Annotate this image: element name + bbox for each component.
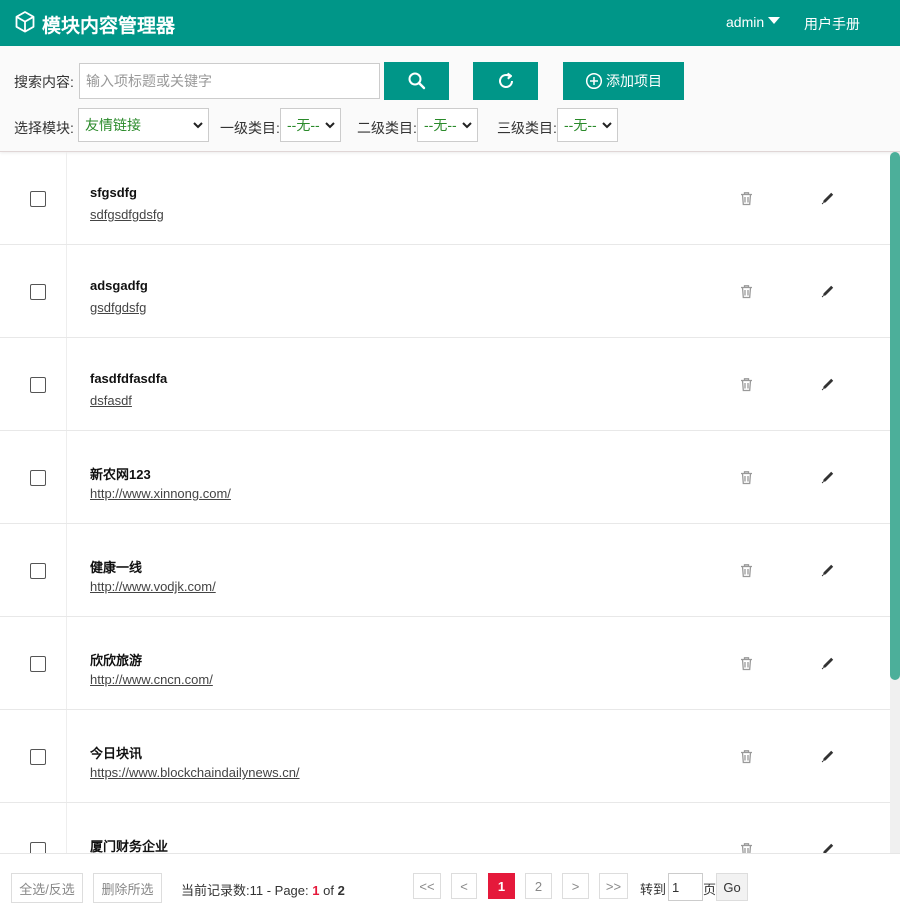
record-count-text: 当前记录数:11 - Page: [181, 883, 313, 898]
page-unit-label: 页 [703, 882, 717, 897]
row-checkbox[interactable] [30, 563, 46, 579]
item-title: 健康一线 [90, 560, 143, 575]
page-2-button[interactable]: 2 [525, 873, 552, 899]
goto-page-input[interactable]: 1 [668, 873, 703, 901]
list-item: 健康一线 http://www.vodjk.com/ [0, 524, 890, 617]
trash-icon[interactable] [739, 470, 754, 485]
pagination-footer: 全选/反选 删除所选 当前记录数:11 - Page: 1 of 2 << < … [0, 853, 900, 921]
item-title: 今日块讯 [90, 746, 143, 761]
item-url-link[interactable]: http://www.vodjk.com/ [90, 579, 216, 594]
chevron-down-icon[interactable] [768, 17, 780, 24]
trash-icon[interactable] [739, 563, 754, 578]
item-title: fasdfdfasdfa [90, 371, 168, 386]
item-url-link[interactable]: gsdfgdsfg [90, 300, 146, 315]
list-item: 欣欣旅游 http://www.cncn.com/ [0, 617, 890, 710]
trash-icon[interactable] [739, 191, 754, 206]
cube-icon [15, 11, 35, 33]
level3-select-value: --无-- [564, 117, 597, 133]
item-url-link[interactable]: sdfgsdfgdsfg [90, 207, 164, 222]
page-1-button[interactable]: 1 [488, 873, 515, 899]
chevron-down-icon [462, 122, 472, 129]
level1-select[interactable]: --无-- [280, 108, 341, 142]
list-item: adsgadfg gsdfgdsfg [0, 245, 890, 338]
pencil-icon[interactable] [820, 283, 836, 299]
item-title: 厦门财务企业 [90, 839, 169, 853]
trash-icon[interactable] [739, 749, 754, 764]
user-manual-link[interactable]: 用户手册 [804, 14, 860, 34]
pencil-icon[interactable] [820, 562, 836, 578]
level2-select[interactable]: --无-- [417, 108, 478, 142]
item-title: adsgadfg [90, 278, 148, 293]
add-item-label: 添加项目 [606, 73, 662, 89]
module-select[interactable]: 友情链接 [78, 108, 209, 142]
app-title: 模块内容管理器 [42, 16, 176, 37]
search-icon [408, 72, 425, 90]
total-pages-number: 2 [337, 883, 345, 898]
pencil-icon[interactable] [820, 190, 836, 206]
level3-select[interactable]: --无-- [557, 108, 618, 142]
refresh-button[interactable] [473, 62, 538, 100]
list-item: 新农网123 http://www.xinnong.com/ [0, 431, 890, 524]
row-checkbox[interactable] [30, 191, 46, 207]
list-item: fasdfdfasdfa dsfasdf [0, 338, 890, 431]
go-button[interactable]: Go [716, 873, 748, 901]
list-item: 厦门财务企业 [0, 803, 890, 853]
item-title: sfgsdfg [90, 185, 137, 200]
delete-selected-button[interactable]: 删除所选 [93, 873, 162, 903]
last-page-button[interactable]: >> [599, 873, 628, 899]
list-item: sfgsdfg sdfgsdfgdsfg [0, 152, 890, 245]
content-list: sfgsdfg sdfgsdfgdsfg adsgadfg gsdfgdsfg … [0, 152, 890, 853]
row-checkbox[interactable] [30, 842, 46, 853]
row-checkbox[interactable] [30, 470, 46, 486]
search-label: 搜索内容: [14, 74, 74, 90]
trash-icon[interactable] [739, 377, 754, 392]
module-label: 选择模块: [14, 120, 74, 136]
row-checkbox[interactable] [30, 284, 46, 300]
scrollbar-thumb[interactable] [890, 152, 900, 680]
search-button[interactable] [384, 62, 449, 100]
plus-circle-icon [585, 72, 603, 90]
of-text: of [319, 883, 338, 898]
record-info: 当前记录数:11 - Page: 1 of 2 [181, 880, 345, 899]
level1-select-value: --无-- [287, 117, 320, 133]
level3-label: 三级类目: [497, 120, 557, 136]
level1-label: 一级类目: [220, 120, 280, 136]
module-select-value: 友情链接 [85, 117, 141, 133]
item-url-link[interactable]: http://www.cncn.com/ [90, 672, 213, 687]
item-url-link[interactable]: dsfasdf [90, 393, 132, 408]
next-page-button[interactable]: > [562, 873, 589, 899]
level2-select-value: --无-- [424, 117, 457, 133]
level2-label: 二级类目: [357, 120, 417, 136]
user-menu[interactable]: admin [726, 14, 764, 30]
row-checkbox[interactable] [30, 749, 46, 765]
chevron-down-icon [325, 122, 335, 129]
add-item-button[interactable]: 添加项目 [563, 62, 684, 100]
pencil-icon[interactable] [820, 655, 836, 671]
prev-page-button[interactable]: < [451, 873, 477, 899]
trash-icon[interactable] [739, 284, 754, 299]
filter-toolbar: 搜索内容: 添加项目 选择模块: 友情链接 一级类目: --无-- 二级类目: … [0, 46, 900, 152]
row-checkbox[interactable] [30, 656, 46, 672]
first-page-button[interactable]: << [413, 873, 441, 899]
top-bar: 模块内容管理器 admin 用户手册 [0, 0, 900, 46]
item-title: 欣欣旅游 [90, 653, 143, 668]
refresh-icon [498, 72, 513, 88]
pencil-icon[interactable] [820, 376, 836, 392]
chevron-down-icon [193, 122, 203, 129]
list-item: 今日块讯 https://www.blockchaindailynews.cn/ [0, 710, 890, 803]
select-all-button[interactable]: 全选/反选 [11, 873, 83, 903]
trash-icon[interactable] [739, 656, 754, 671]
pencil-icon[interactable] [820, 841, 836, 853]
pencil-icon[interactable] [820, 748, 836, 764]
item-url-link[interactable]: https://www.blockchaindailynews.cn/ [90, 765, 300, 780]
trash-icon[interactable] [739, 842, 754, 853]
pencil-icon[interactable] [820, 469, 836, 485]
item-title: 新农网123 [90, 467, 151, 482]
item-url-link[interactable]: http://www.xinnong.com/ [90, 486, 231, 501]
search-input[interactable] [79, 63, 380, 99]
chevron-down-icon [602, 122, 612, 129]
row-checkbox[interactable] [30, 377, 46, 393]
goto-label: 转到 [640, 882, 667, 897]
